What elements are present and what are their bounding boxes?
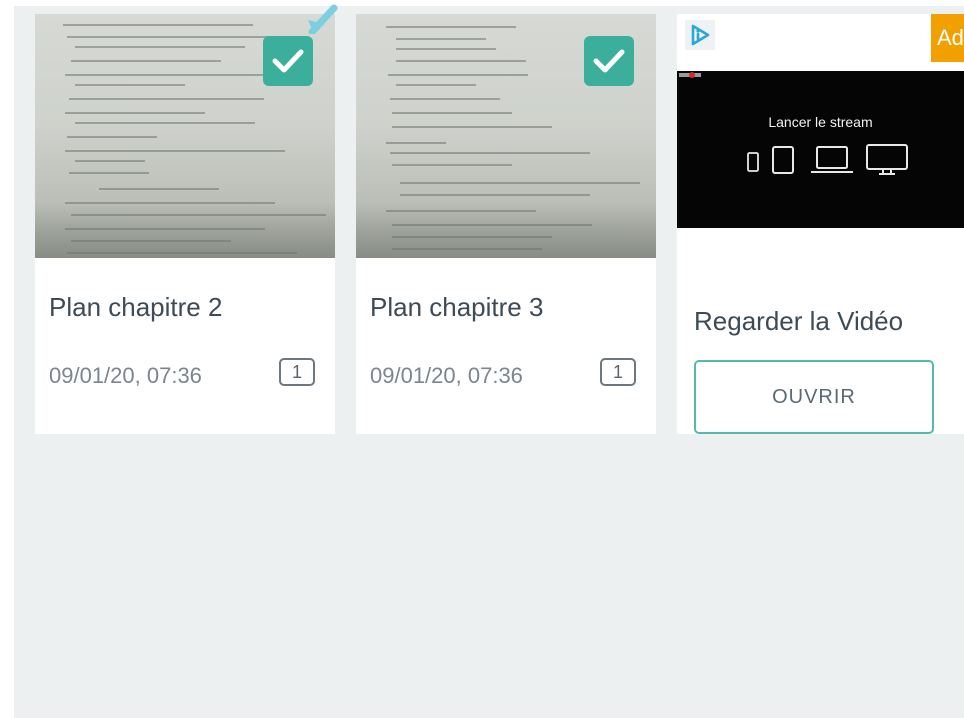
checkmark-icon (272, 49, 304, 73)
document-title: Plan chapitre 2 (49, 292, 223, 322)
document-card[interactable]: Plan chapitre 3 09/01/20, 07:36 1 (356, 14, 656, 434)
ad-badge: Ad (931, 14, 964, 62)
document-title: Plan chapitre 3 (370, 292, 544, 322)
tablet-icon (772, 146, 794, 174)
ad-provider-logo-icon (685, 20, 715, 50)
document-date: 09/01/20, 07:36 (370, 363, 523, 388)
selected-check-badge[interactable] (584, 36, 634, 86)
phone-icon (747, 152, 759, 172)
laptop-icon (811, 146, 853, 173)
selected-check-badge[interactable] (263, 36, 313, 86)
monitor-icon (866, 144, 908, 175)
document-card[interactable]: Plan chapitre 2 09/01/20, 07:36 1 (35, 14, 335, 434)
open-button[interactable]: OUVRIR (694, 360, 934, 434)
page-count-badge: 1 (279, 358, 315, 386)
ad-card[interactable]: Ad Lancer le stream Regarder la Vidéo OU… (677, 14, 964, 434)
video-title: Lancer le stream (768, 114, 873, 130)
ad-header: Ad (677, 14, 964, 70)
checkmark-icon (593, 49, 625, 73)
document-grid-screen: Plan chapitre 2 09/01/20, 07:36 1 Plan c… (0, 0, 964, 718)
ad-video-preview[interactable]: Lancer le stream (677, 71, 964, 228)
pointer-arrow-icon (308, 4, 338, 34)
ad-heading: Regarder la Vidéo (694, 306, 904, 336)
document-date: 09/01/20, 07:36 (49, 363, 202, 388)
devices-illustration (747, 144, 908, 175)
page-count-badge: 1 (600, 358, 636, 386)
video-brand-mark (679, 72, 701, 78)
